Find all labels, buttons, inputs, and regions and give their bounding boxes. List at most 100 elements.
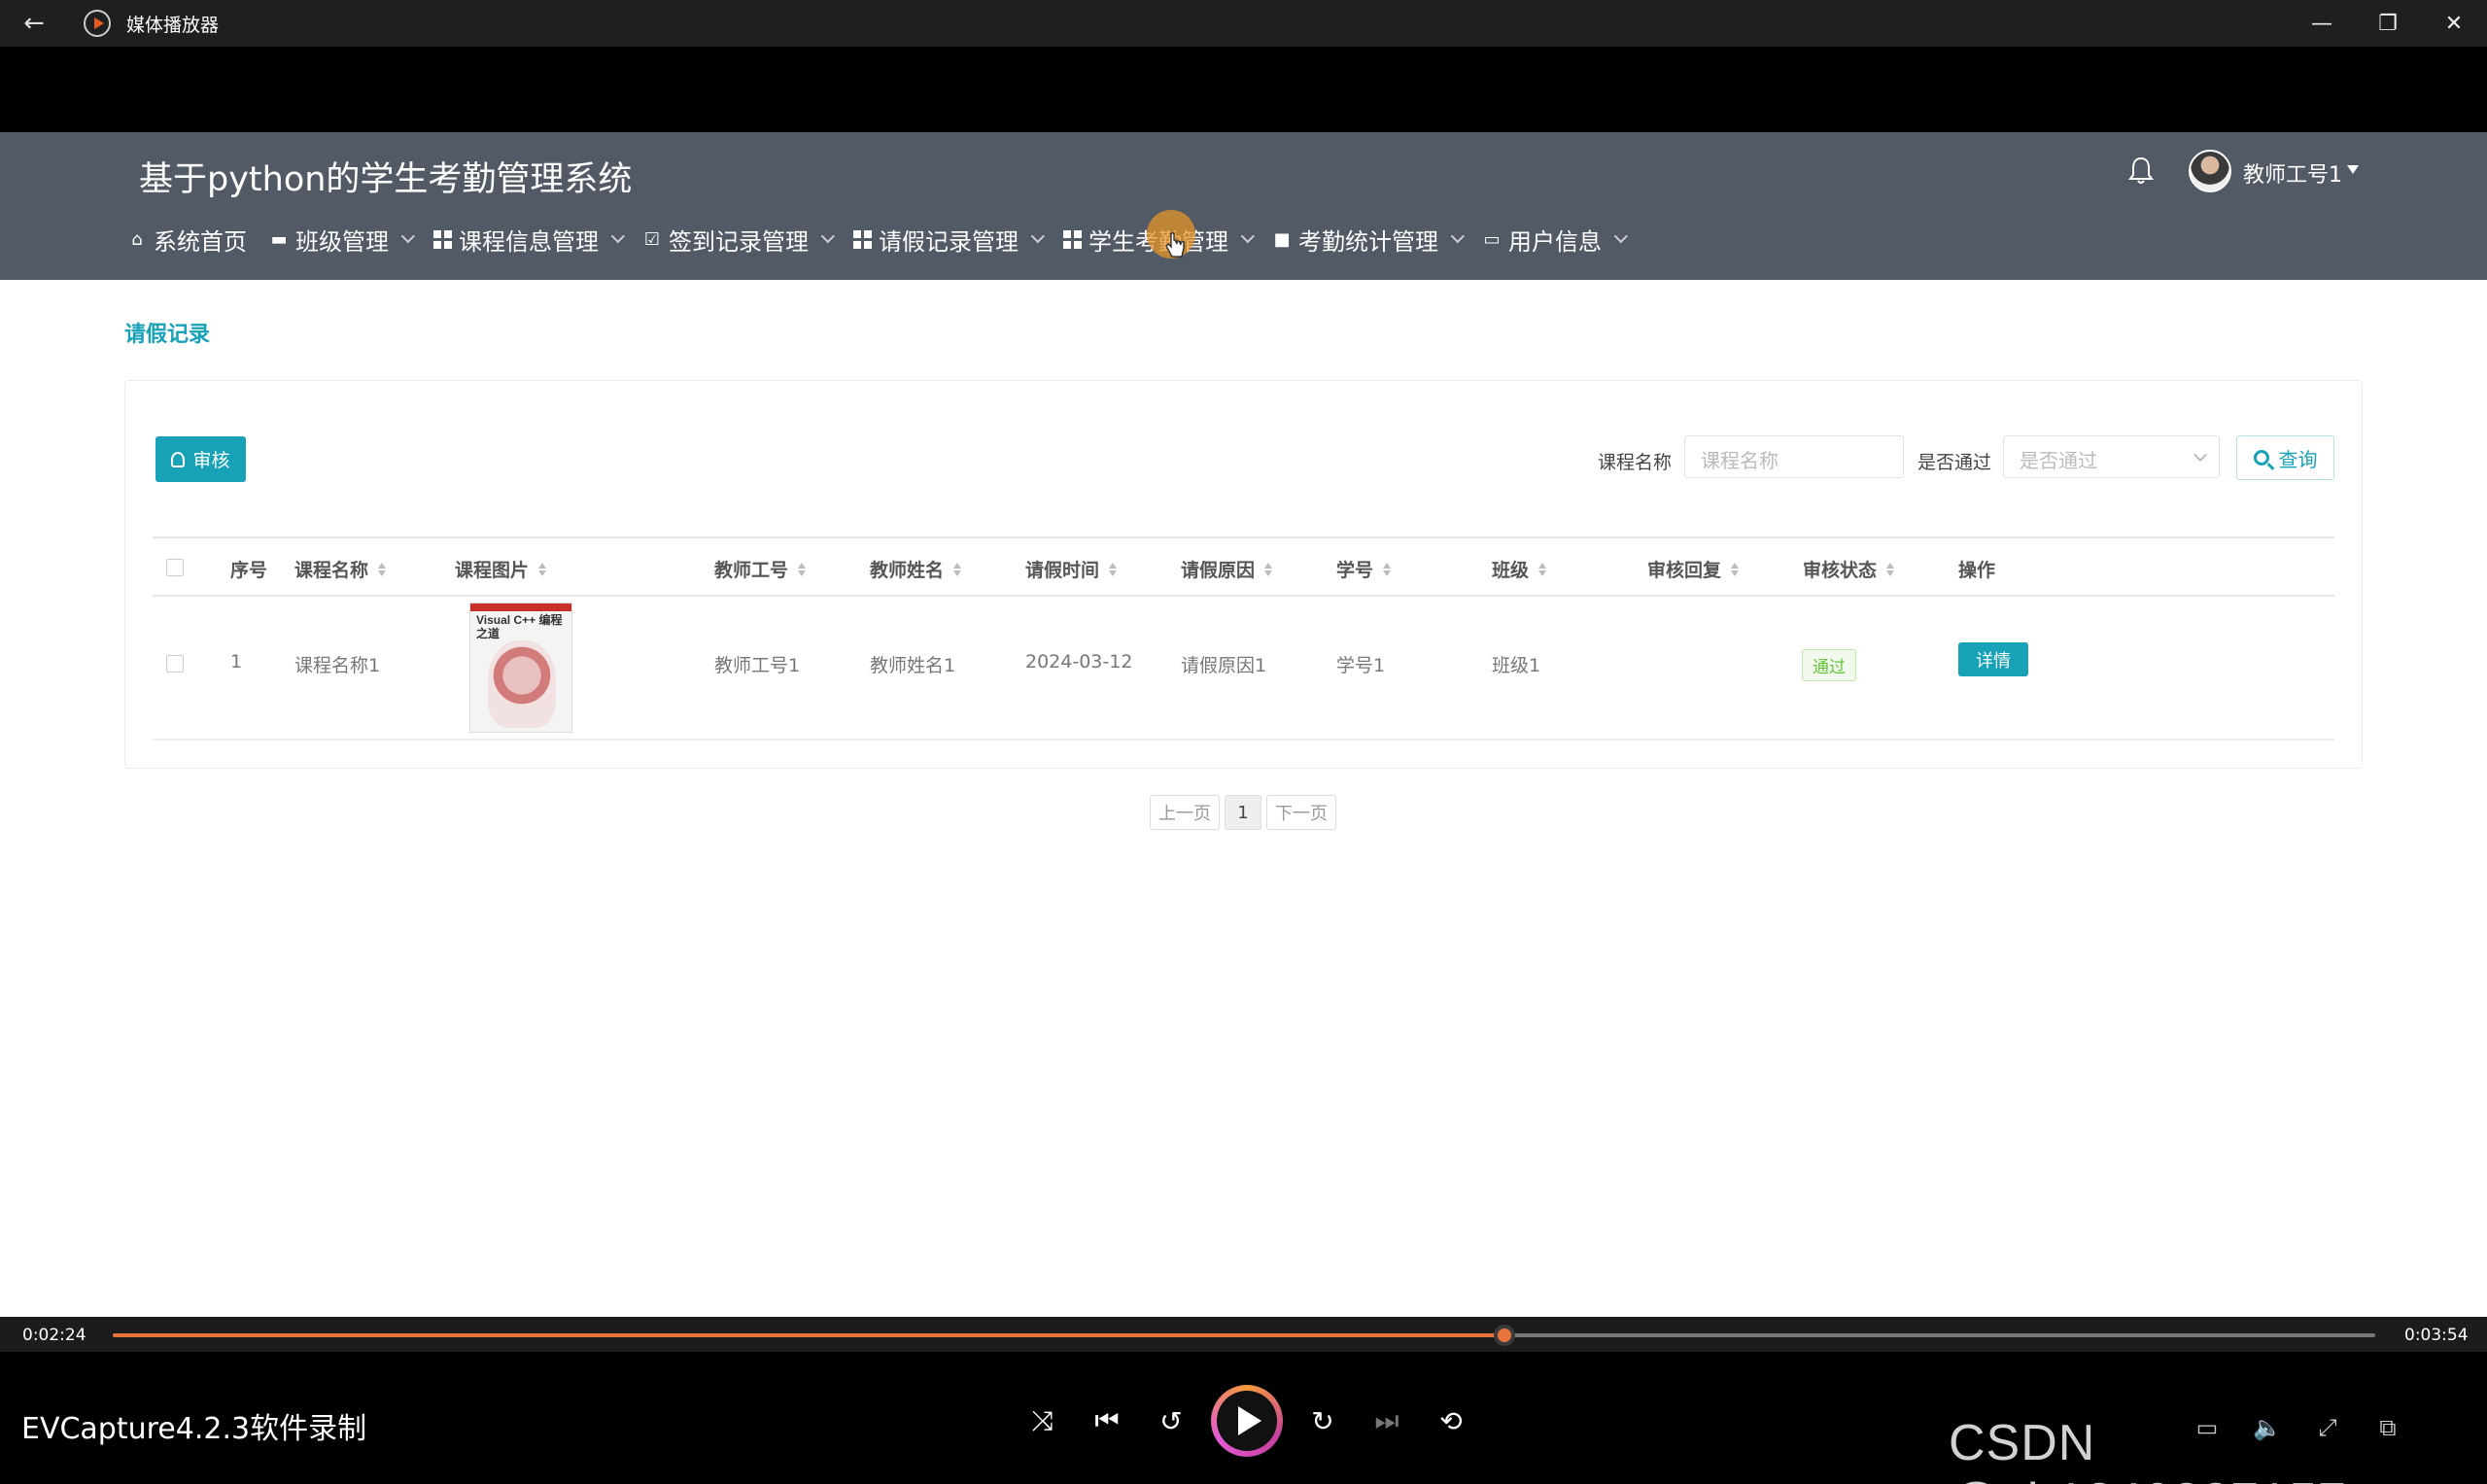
minimize-button[interactable]: —	[2289, 0, 2355, 47]
nav-label: 用户信息	[1508, 227, 1602, 256]
rewind-10-icon[interactable]: ↺	[1139, 1389, 1203, 1453]
previous-track-icon[interactable]: ⏮	[1075, 1389, 1139, 1453]
restore-button[interactable]: ❐	[2355, 0, 2421, 47]
shuffle-icon[interactable]: ⤨	[1011, 1389, 1075, 1453]
nav-item-user-info[interactable]: ▭ 用户信息	[1481, 223, 1628, 257]
recorder-label: EVCapture4.2.3软件录制	[21, 1412, 367, 1446]
sort-icon[interactable]	[798, 562, 807, 576]
column-header[interactable]: 班级	[1492, 556, 1547, 582]
nav-label: 班级管理	[295, 227, 389, 256]
course-name-input[interactable]: 课程名称	[1684, 435, 1904, 478]
column-header[interactable]: 课程名称	[294, 556, 387, 582]
media-player-window: ← 媒体播放器 — ❐ ✕ 基于python的学生考勤管理系统 教师工号1 ⌂ …	[0, 0, 2487, 1484]
sort-icon[interactable]	[1264, 562, 1273, 576]
nav-label: 请假记录管理	[879, 227, 1019, 256]
column-header: 操作	[1958, 560, 1996, 581]
select-all-checkbox[interactable]	[166, 559, 184, 576]
chevron-down-icon	[610, 229, 625, 244]
course-cover-image: Visual C++ 编程之道	[469, 603, 572, 733]
column-header[interactable]: 请假时间	[1025, 556, 1118, 582]
row-checkbox[interactable]	[166, 655, 184, 673]
repeat-off-icon[interactable]: ⟲	[1419, 1389, 1483, 1453]
table-row: 1 课程名称1 Visual C++ 编程之道 教师工号1 教师姓名1 2024…	[153, 597, 2334, 741]
window-controls: — ❐ ✕	[2289, 0, 2487, 47]
column-header[interactable]: 学号	[1336, 556, 1392, 582]
progress-played	[113, 1333, 1504, 1337]
sort-icon[interactable]	[538, 562, 547, 576]
detail-button[interactable]: 详情	[1958, 642, 2028, 676]
course-name-label: 课程名称	[1598, 452, 1673, 473]
title-bar: ← 媒体播放器 — ❐ ✕	[0, 0, 2487, 47]
nav-item-leave-records[interactable]: 请假记录管理	[851, 223, 1045, 257]
nav-label: 考勤统计管理	[1298, 227, 1438, 256]
nav-item-home[interactable]: ⌂ 系统首页	[126, 223, 247, 257]
column-header[interactable]: 审核状态	[1803, 556, 1895, 582]
site-header: 基于python的学生考勤管理系统 教师工号1 ⌂ 系统首页 ▬ 班级管理 课程…	[0, 132, 2487, 280]
progress-thumb[interactable]	[1493, 1325, 1515, 1346]
chevron-down-icon	[1030, 229, 1045, 244]
approved-select[interactable]: 是否通过	[2003, 435, 2220, 478]
next-page-button[interactable]: 下一页	[1266, 795, 1336, 830]
cell-student-id: 学号1	[1336, 655, 1386, 676]
cell-index: 1	[230, 651, 243, 673]
sort-icon[interactable]	[953, 562, 962, 576]
chevron-down-icon	[1240, 229, 1255, 244]
notification-bell-icon[interactable]	[2128, 155, 2154, 185]
column-header[interactable]: 教师姓名	[870, 556, 962, 582]
pagination: 上一页 1 下一页	[1150, 795, 1341, 830]
cell-leave-reason: 请假原因1	[1181, 655, 1267, 676]
query-button[interactable]: 查询	[2236, 435, 2334, 480]
sort-icon[interactable]	[1886, 562, 1895, 576]
playback-controls: ⤨ ⏮ ↺ ↻ ⏭ ⟲	[1011, 1385, 1483, 1457]
forward-30-icon[interactable]: ↻	[1291, 1389, 1355, 1453]
sort-icon[interactable]	[1731, 562, 1740, 576]
play-button[interactable]	[1211, 1385, 1283, 1457]
chevron-down-icon	[2193, 447, 2208, 463]
main-nav: ⌂ 系统首页 ▬ 班级管理 课程信息管理 ☑ 签到记录管理 请假记录管理 ■ 考…	[126, 218, 1644, 260]
course-cover-text: Visual C++ 编程之道	[476, 613, 563, 640]
nav-item-signin-records[interactable]: ☑ 签到记录管理	[641, 223, 835, 257]
page-number-button[interactable]: 1	[1225, 795, 1261, 830]
sort-icon[interactable]	[378, 562, 387, 576]
progress-track[interactable]	[113, 1325, 2375, 1346]
cell-teacher-id: 教师工号1	[714, 655, 801, 676]
grid-icon	[851, 228, 873, 250]
sort-icon[interactable]	[1383, 562, 1392, 576]
cell-course-name: 课程名称1	[294, 655, 381, 676]
sort-icon[interactable]	[1109, 562, 1118, 576]
user-avatar[interactable]	[2189, 150, 2231, 192]
nav-label: 签到记录管理	[669, 227, 809, 256]
prev-page-button[interactable]: 上一页	[1150, 795, 1220, 830]
chevron-down-icon	[400, 229, 415, 244]
elapsed-time: 0:02:24	[22, 1326, 86, 1345]
nav-item-attendance-stats[interactable]: ■ 考勤统计管理	[1271, 223, 1465, 257]
grid-icon	[432, 228, 453, 250]
watermark: CSDN @yh1340327157	[1949, 1415, 2346, 1484]
audit-button[interactable]: 审核	[155, 436, 246, 482]
seek-bar: 0:02:24 0:03:54	[0, 1317, 2487, 1352]
nav-label: 课程信息管理	[459, 227, 599, 256]
video-frame-webpage: 基于python的学生考勤管理系统 教师工号1 ⌂ 系统首页 ▬ 班级管理 课程…	[0, 132, 2487, 1317]
column-header[interactable]: 请假原因	[1181, 556, 1273, 582]
sort-icon[interactable]	[1538, 562, 1547, 576]
video-letterbox-top	[0, 47, 2487, 132]
close-button[interactable]: ✕	[2421, 0, 2487, 47]
query-button-label: 查询	[2278, 447, 2318, 471]
cell-leave-time: 2024-03-12	[1025, 651, 1133, 673]
column-header[interactable]: 课程图片	[455, 556, 547, 582]
user-menu-caret-icon[interactable]	[2347, 165, 2359, 174]
next-track-icon[interactable]: ⏭	[1355, 1389, 1419, 1453]
cell-teacher-name: 教师姓名1	[870, 655, 956, 676]
column-header[interactable]: 审核回复	[1647, 556, 1740, 582]
back-arrow-icon[interactable]: ←	[0, 0, 68, 47]
chevron-down-icon	[820, 229, 835, 244]
column-header[interactable]: 教师工号	[714, 556, 807, 582]
nav-item-course-info[interactable]: 课程信息管理	[432, 223, 625, 257]
user-name[interactable]: 教师工号1	[2243, 157, 2342, 189]
cover-portrait	[488, 640, 556, 728]
column-header: 序号	[230, 560, 268, 581]
nav-item-class-management[interactable]: ▬ 班级管理	[268, 223, 415, 257]
camera-icon: ■	[1273, 228, 1291, 250]
comment-icon: ▬	[270, 228, 288, 250]
breadcrumb: 请假记录	[124, 323, 211, 347]
